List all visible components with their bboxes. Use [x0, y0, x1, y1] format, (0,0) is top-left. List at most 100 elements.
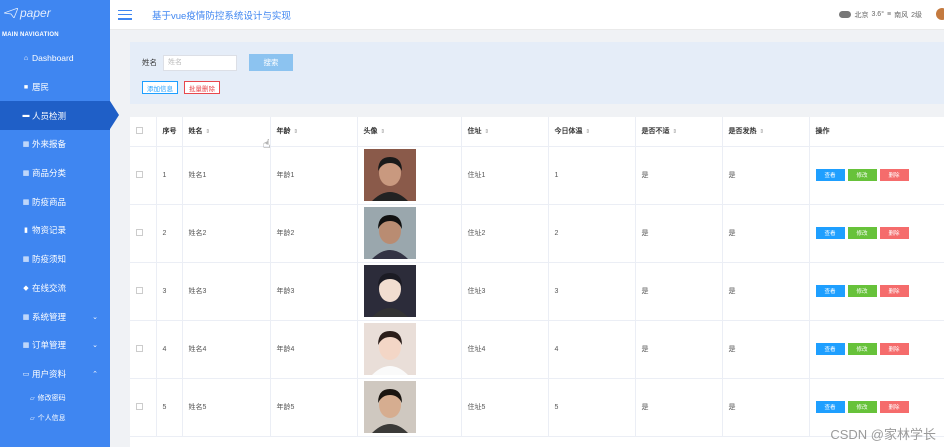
grid-icon: ▦	[22, 141, 30, 149]
brand-logo[interactable]: paper	[0, 0, 110, 26]
sidebar-item-9[interactable]: ▦ 系统管理 ⌄	[0, 302, 110, 331]
sidebar-item-4[interactable]: ▦ 商品分类	[0, 159, 110, 188]
user-avatar[interactable]	[936, 8, 944, 20]
cell-address: 住址3	[461, 262, 549, 321]
chat-icon: ◆	[23, 284, 29, 292]
page-title: 基于vue疫情防控系统设计与实现	[152, 10, 291, 22]
table-header-row: 序号 姓名 ⇕ 年龄 ⇕ 头像 ⇕ 住址 ⇕ 今日体温 ⇕ 是否不适 ⇕ 是否发热 ⇕ 操作	[130, 117, 944, 147]
search-input[interactable]	[163, 54, 237, 71]
column-header-label: 是否发热	[728, 128, 757, 136]
avatar-image	[363, 381, 461, 433]
table-row[interactable]: 2 姓名2 年龄2 住址2 2 是是查看 修改 删除	[130, 204, 944, 263]
sidebar-item-0[interactable]: ⌂ Dashboard	[0, 44, 110, 73]
column-header[interactable]: 头像 ⇕	[357, 117, 462, 147]
sidebar-item-8[interactable]: ◆ 在线交流	[0, 274, 110, 303]
sort-icon[interactable]: ⇕	[294, 129, 299, 135]
view-button[interactable]: 查看	[815, 285, 845, 297]
sidebar-item-5[interactable]: ▦ 防疫商品	[0, 187, 110, 216]
sort-icon[interactable]: ⇕	[381, 129, 386, 135]
car-icon: ▬	[22, 112, 30, 120]
folder-icon: ▱	[30, 395, 35, 402]
row-checkbox[interactable]	[136, 228, 143, 236]
row-checkbox[interactable]	[136, 402, 143, 410]
delete-button[interactable]: 删除	[879, 169, 909, 181]
table-row[interactable]: 4 姓名4 年龄4 住址4 4 是是查看 修改 删除	[130, 320, 944, 379]
sidebar-subitem-1[interactable]: ▱ 个人信息	[0, 408, 110, 428]
sidebar-item-11[interactable]: ▭ 用户资料 ⌃	[0, 360, 110, 389]
edit-button[interactable]: 修改	[847, 169, 877, 181]
weather-widget: 北京 3.6° ≡ 南风 2级	[839, 10, 922, 20]
sidebar-subitem-0[interactable]: ▱ 修改密码	[0, 388, 110, 408]
sidebar-item-label: Dashboard	[32, 53, 74, 64]
sidebar-subitem-label: 修改密码	[37, 395, 66, 403]
row-select-cell	[130, 262, 157, 321]
row-checkbox[interactable]	[136, 344, 143, 352]
column-header-label: 住址	[467, 128, 482, 136]
select-all-checkbox[interactable]	[136, 126, 143, 134]
sort-icon[interactable]: ⇕	[206, 129, 211, 135]
cell-no: 5	[156, 378, 183, 437]
column-header[interactable]: 操作	[809, 117, 944, 147]
sidebar-item-label: 用户资料	[32, 368, 67, 379]
view-button[interactable]: 查看	[815, 343, 845, 355]
column-header-label: 头像	[363, 128, 378, 136]
column-header-label: 是否不适	[641, 128, 670, 136]
delete-button[interactable]: 删除	[879, 401, 909, 413]
table-row[interactable]: 1 姓名1 年龄1 住址1 1 是是查看 修改 删除	[130, 146, 944, 205]
edit-button[interactable]: 修改	[847, 343, 877, 355]
weather-level: 2级	[911, 11, 922, 19]
cell-actions: 查看 修改 删除	[809, 320, 944, 379]
column-header[interactable]: 住址 ⇕	[461, 117, 549, 147]
view-button[interactable]: 查看	[815, 227, 845, 239]
column-header[interactable]: 今日体温 ⇕	[548, 117, 636, 147]
column-header-label: 年龄	[276, 128, 291, 136]
grid-icon: ▦	[22, 170, 30, 178]
sort-icon[interactable]: ⇕	[586, 129, 591, 135]
column-header[interactable]: 是否不适 ⇕	[635, 117, 723, 147]
nav-section-title: MAIN NAVIGATION	[2, 32, 59, 38]
comment-icon: ■	[23, 83, 29, 91]
sidebar-item-label: 商品分类	[32, 168, 67, 179]
delete-button[interactable]: 删除	[879, 227, 909, 239]
delete-button[interactable]: 删除	[879, 343, 909, 355]
sidebar-item-2[interactable]: ▬ 人员检测	[0, 101, 119, 131]
cell-name: 姓名2	[182, 204, 271, 263]
avatar-image	[363, 323, 461, 375]
hamburger-menu-icon[interactable]	[118, 9, 132, 20]
add-info-button[interactable]: 添加信息	[142, 81, 178, 94]
edit-button[interactable]: 修改	[847, 401, 877, 413]
row-checkbox[interactable]	[136, 286, 143, 294]
delete-button[interactable]: 删除	[879, 285, 909, 297]
sidebar-item-label: 人员检测	[32, 110, 67, 121]
cell-age: 年龄4	[270, 320, 358, 379]
sort-icon[interactable]: ⇕	[485, 129, 490, 135]
column-header[interactable]: 序号	[156, 117, 183, 147]
sidebar-item-7[interactable]: ▦ 防疫须知	[0, 245, 110, 274]
sidebar-item-6[interactable]: ▮ 物资记录	[0, 216, 110, 245]
cell-avatar	[357, 262, 462, 321]
batch-delete-button[interactable]: 批量删除	[184, 81, 220, 94]
cell-address: 住址5	[461, 378, 549, 437]
sidebar-item-1[interactable]: ■ 居民	[0, 73, 110, 102]
sort-icon[interactable]: ⇕	[673, 129, 678, 135]
sidebar-item-10[interactable]: ▦ 订单管理 ⌄	[0, 331, 110, 360]
table-row[interactable]: 3 姓名3 年龄3 住址3 3 是是查看 修改 删除	[130, 262, 944, 321]
edit-button[interactable]: 修改	[847, 227, 877, 239]
column-header[interactable]: 年龄 ⇕	[270, 117, 358, 147]
column-header[interactable]: 姓名 ⇕	[182, 117, 271, 147]
view-button[interactable]: 查看	[815, 401, 845, 413]
row-checkbox[interactable]	[136, 170, 143, 178]
cell-fever: 是	[722, 320, 810, 379]
cell-address: 住址4	[461, 320, 549, 379]
view-button[interactable]: 查看	[815, 169, 845, 181]
grid-icon: ▦	[22, 256, 30, 264]
cell-fever: 是	[722, 146, 810, 205]
search-button[interactable]: 搜索	[249, 54, 293, 71]
sort-icon[interactable]: ⇕	[760, 129, 765, 135]
cell-actions: 查看 修改 删除	[809, 262, 944, 321]
column-header[interactable]: 是否发热 ⇕	[722, 117, 810, 147]
edit-button[interactable]: 修改	[847, 285, 877, 297]
table-row[interactable]: 5 姓名5 年龄5 住址5 5 是是查看 修改 删除	[130, 378, 944, 437]
column-header-label: 今日体温	[554, 128, 583, 136]
sidebar-item-3[interactable]: ▦ 外来报备	[0, 130, 110, 159]
